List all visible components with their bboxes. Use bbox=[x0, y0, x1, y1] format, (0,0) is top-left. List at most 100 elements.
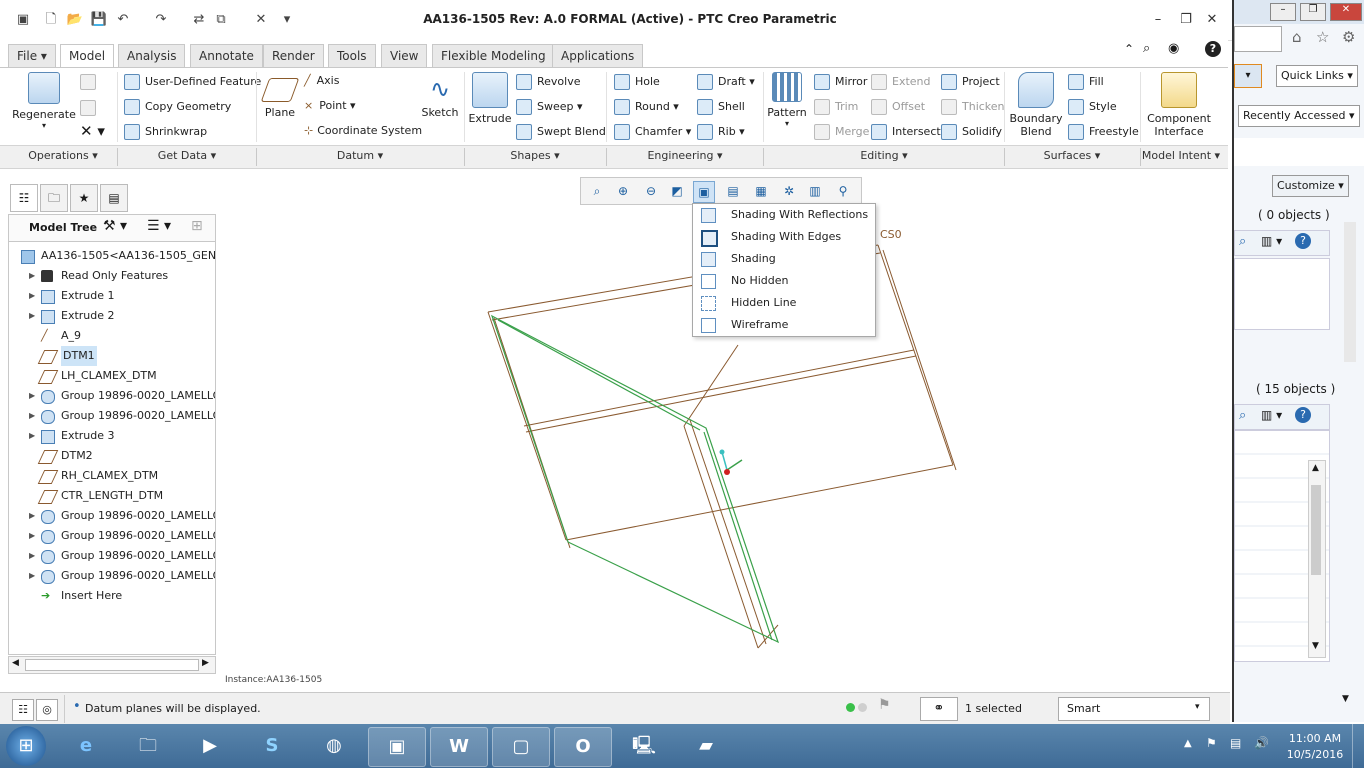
thicken-button[interactable]: Thicken bbox=[941, 99, 1005, 115]
copy-geometry-button[interactable]: Copy Geometry bbox=[124, 99, 231, 115]
expand-arrow-icon[interactable]: ▶ bbox=[29, 426, 35, 446]
boundary-blend-button[interactable]: Boundary Blend bbox=[1008, 72, 1064, 138]
plane-button[interactable]: Plane bbox=[260, 72, 300, 119]
settings-icon[interactable]: ⚒ ▾ bbox=[103, 218, 127, 234]
scroll-left-icon[interactable]: ◀ bbox=[12, 658, 19, 668]
expand-arrow-icon[interactable]: ▶ bbox=[29, 546, 35, 566]
delete-icon[interactable]: ✕ ▾ bbox=[80, 122, 105, 140]
network-computer-icon[interactable]: 🖳 bbox=[616, 727, 672, 765]
intersect-button[interactable]: Intersect bbox=[871, 124, 941, 140]
tree-item[interactable]: RH_CLAMEX_DTM bbox=[9, 466, 215, 486]
extrude-button[interactable]: Extrude bbox=[468, 72, 512, 125]
show-navigator-icon[interactable]: ☷ bbox=[12, 699, 34, 721]
chrome-icon[interactable]: ◍ bbox=[306, 727, 362, 765]
show-browser-icon[interactable]: ◎ bbox=[36, 699, 58, 721]
layers-tab-icon[interactable]: ▤ bbox=[100, 184, 128, 212]
volume-icon[interactable]: 🔊 bbox=[1254, 736, 1269, 750]
pattern-button[interactable]: Pattern ▾ bbox=[766, 72, 808, 128]
tree-item[interactable]: ▶ Read Only Features bbox=[9, 266, 215, 286]
round-button[interactable]: Round ▾ bbox=[614, 99, 679, 115]
spin-center-icon[interactable]: ⚲ bbox=[833, 181, 853, 201]
fill-button[interactable]: Fill bbox=[1068, 74, 1104, 90]
remote-desktop-icon[interactable]: ▣ bbox=[368, 727, 426, 767]
point-button[interactable]: × Point ▾ bbox=[304, 99, 356, 112]
group-model-intent[interactable]: Model Intent ▾ bbox=[1141, 149, 1221, 162]
scroll-down-icon[interactable]: ▼ bbox=[1312, 641, 1319, 651]
table-scrollbar[interactable]: ▲ ▼ bbox=[1308, 460, 1326, 658]
coordinate-system-button[interactable]: ⊹ Coordinate System bbox=[304, 124, 422, 137]
trim-button[interactable]: Trim bbox=[814, 99, 858, 115]
menu-item-shading-with-edges[interactable]: Shading With Edges bbox=[693, 226, 875, 248]
search-icon[interactable]: ⌕ bbox=[1239, 408, 1246, 423]
paste-icon[interactable] bbox=[80, 100, 101, 116]
tree-item[interactable]: ▶ Extrude 3 bbox=[9, 426, 215, 446]
offset-button[interactable]: Offset bbox=[871, 99, 925, 115]
expand-arrow-icon[interactable]: ▶ bbox=[29, 506, 35, 526]
refit-icon[interactable]: ⌕ bbox=[587, 181, 607, 201]
open-folder-icon[interactable]: 📂 bbox=[66, 11, 84, 29]
view-manager-icon[interactable]: ▦ bbox=[751, 181, 771, 201]
expand-arrow-icon[interactable]: ▶ bbox=[29, 566, 35, 586]
freestyle-button[interactable]: Freestyle bbox=[1068, 124, 1139, 140]
ptc-community-icon[interactable]: ◉ bbox=[1168, 41, 1179, 56]
scroll-thumb[interactable] bbox=[25, 659, 199, 671]
search-icon[interactable]: ⌕ bbox=[1239, 234, 1246, 249]
regenerate-button[interactable]: Regenerate ▾ bbox=[12, 72, 76, 130]
graphics-window[interactable]: CS0 ⌕ ⊕ ⊖ ◩ ▣ ▤ ▦ ✲ ▥ ⚲ Shading With Ref… bbox=[218, 170, 1228, 688]
style-button[interactable]: Style bbox=[1068, 99, 1117, 115]
shell-button[interactable]: Shell bbox=[697, 99, 745, 115]
group-get-data[interactable]: Get Data ▾ bbox=[118, 149, 256, 162]
user-defined-feature-button[interactable]: User-Defined Feature bbox=[124, 74, 261, 90]
close-window-icon[interactable]: ✕ bbox=[252, 11, 270, 29]
repaint-icon[interactable]: ◩ bbox=[667, 181, 687, 201]
help-icon[interactable]: ? bbox=[1295, 407, 1311, 423]
shrinkwrap-button[interactable]: Shrinkwrap bbox=[124, 124, 207, 140]
group-datum[interactable]: Datum ▾ bbox=[257, 149, 463, 162]
show-hidden-icons-icon[interactable]: ▲ bbox=[1184, 738, 1192, 749]
tab-annotate[interactable]: Annotate bbox=[190, 44, 263, 67]
outlook-icon[interactable]: O bbox=[554, 727, 612, 767]
vertical-scrollbar[interactable] bbox=[1344, 222, 1356, 362]
zoom-out-icon[interactable]: ⊖ bbox=[641, 181, 661, 201]
menu-item-no-hidden[interactable]: No Hidden bbox=[693, 270, 875, 292]
search-icon[interactable]: ⌕ bbox=[1143, 41, 1150, 56]
copy-icon[interactable] bbox=[80, 74, 101, 90]
tree-item[interactable]: AA136-1505<AA136-1505_GENERI bbox=[9, 246, 215, 266]
home-icon[interactable]: ⌂ bbox=[1292, 28, 1302, 46]
scroll-thumb[interactable] bbox=[1311, 485, 1321, 575]
group-editing[interactable]: Editing ▾ bbox=[764, 149, 1004, 162]
favorites-star-icon[interactable]: ☆ bbox=[1316, 28, 1329, 46]
media-player-icon[interactable]: ▶ bbox=[182, 727, 238, 765]
mirror-button[interactable]: Mirror bbox=[814, 74, 867, 90]
internet-explorer-icon[interactable]: e bbox=[58, 727, 114, 765]
menu-item-wireframe[interactable]: Wireframe bbox=[693, 314, 875, 336]
sticky-notes-icon[interactable]: ▰ bbox=[678, 727, 734, 765]
action-center-flag-icon[interactable]: ⚑ bbox=[1206, 736, 1217, 750]
group-surfaces[interactable]: Surfaces ▾ bbox=[1005, 149, 1139, 162]
axis-button[interactable]: ╱ Axis bbox=[304, 74, 339, 87]
flag-icon[interactable]: ⚑ bbox=[878, 697, 891, 713]
chamfer-button[interactable]: Chamfer ▾ bbox=[614, 124, 691, 140]
selection-filter-select[interactable]: Smart ▾ bbox=[1058, 697, 1210, 721]
tree-item[interactable]: ╱ A_9 bbox=[9, 326, 215, 346]
redo-icon[interactable]: ↷ bbox=[152, 11, 170, 29]
sweep-button[interactable]: Sweep ▾ bbox=[516, 99, 583, 115]
tree-item[interactable]: ▶ Group 19896-0020_LAMELLO_4 bbox=[9, 546, 215, 566]
tree-item[interactable]: LH_CLAMEX_DTM bbox=[9, 366, 215, 386]
save-icon[interactable]: 💾 bbox=[90, 11, 108, 29]
tree-item[interactable]: ▶ Group 19896-0020_LAMELLO bbox=[9, 386, 215, 406]
address-bar[interactable] bbox=[1234, 26, 1282, 52]
tab-applications[interactable]: Applications bbox=[552, 44, 644, 67]
show-options-icon[interactable]: ☰ ▾ bbox=[147, 218, 171, 234]
customize-button[interactable]: Customize ▾ bbox=[1272, 175, 1349, 197]
draft-button[interactable]: Draft ▾ bbox=[697, 74, 755, 90]
extend-button[interactable]: Extend bbox=[871, 74, 931, 90]
browser-minimize-button[interactable]: – bbox=[1270, 3, 1296, 21]
network-icon[interactable]: ▤ bbox=[1230, 736, 1241, 750]
tab-view[interactable]: View bbox=[381, 44, 428, 67]
help-icon[interactable]: ? bbox=[1295, 233, 1311, 249]
solidify-button[interactable]: Solidify bbox=[941, 124, 1002, 140]
tab-flexible-modeling[interactable]: Flexible Modeling bbox=[432, 44, 555, 67]
expand-arrow-icon[interactable]: ▶ bbox=[29, 266, 35, 286]
tree-item[interactable]: ▶ Extrude 1 bbox=[9, 286, 215, 306]
